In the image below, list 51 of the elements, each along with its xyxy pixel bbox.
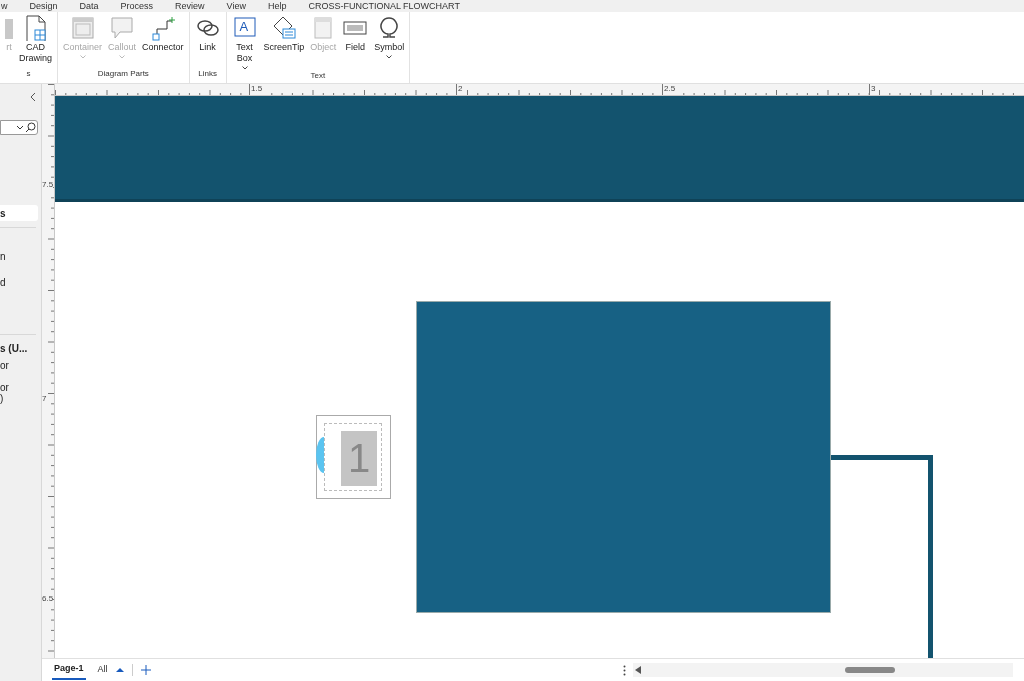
- ribbon-button[interactable]: Symbol: [372, 15, 407, 59]
- search-field[interactable]: [0, 120, 38, 135]
- pane-item[interactable]: n: [0, 251, 6, 262]
- ruler-label: 2: [456, 84, 463, 95]
- group-label: Diagram Parts: [97, 69, 149, 78]
- ruler-label: 7: [42, 394, 47, 403]
- group-label: s: [26, 69, 31, 78]
- page-tab[interactable]: All: [95, 660, 110, 680]
- ruler-label: 6.5: [42, 594, 54, 603]
- ruler-label: 3: [869, 84, 876, 95]
- menu-tab[interactable]: Help: [267, 1, 287, 11]
- caret-icon: [16, 124, 24, 131]
- more-icon: [623, 665, 626, 676]
- menu-tab[interactable]: Review: [175, 1, 205, 11]
- ribbon-button[interactable]: Link: [192, 15, 223, 53]
- pane-item[interactable]: or: [0, 360, 9, 371]
- ruler-label: 1.5: [249, 84, 263, 95]
- page-number: 1: [341, 431, 377, 486]
- pane-item[interactable]: or: [0, 382, 9, 393]
- menu-tab[interactable]: View: [226, 1, 246, 11]
- pane-item[interactable]: ): [0, 393, 4, 404]
- pane-item[interactable]: d: [0, 277, 6, 288]
- pane-item[interactable]: s: [0, 205, 38, 221]
- plus-icon: [140, 665, 151, 675]
- ribbon-button[interactable]: Connector: [140, 15, 186, 53]
- group-label: Text: [310, 71, 326, 80]
- collapse-icon: [30, 92, 36, 102]
- menu-tab[interactable]: CROSS-FUNCTIONAL FLOWCHART: [308, 1, 460, 11]
- text-box-letter: A: [239, 20, 249, 34]
- group-label: Links: [198, 69, 217, 78]
- horizontal-scrollbar[interactable]: [633, 663, 1013, 677]
- ruler-label: 2.5: [662, 84, 676, 95]
- pane-item[interactable]: s (U...: [0, 343, 28, 354]
- menu-tab[interactable]: w: [1, 1, 8, 11]
- add-page-button[interactable]: [140, 665, 151, 675]
- search-icon: [25, 122, 36, 133]
- ruler-label: 7.5: [42, 180, 54, 189]
- page-tab[interactable]: Page-1: [52, 660, 86, 680]
- ribbon-button[interactable]: CAD Drawing: [17, 15, 54, 64]
- menu-tab[interactable]: Data: [79, 1, 99, 11]
- menu-tab[interactable]: Design: [29, 1, 58, 11]
- menu-tab[interactable]: Process: [120, 1, 154, 11]
- ribbon-button[interactable]: Field: [340, 15, 371, 53]
- dropdown-triangle-icon: [115, 667, 124, 673]
- container-icon: [69, 15, 96, 41]
- scroll-left-icon: [635, 666, 641, 674]
- speech-bubble-icon: [109, 15, 136, 41]
- ribbon-button[interactable]: A Text Box: [229, 15, 260, 70]
- scrollbar-thumb[interactable]: [845, 667, 895, 673]
- connector-icon: [149, 15, 176, 41]
- ribbon-button[interactable]: ScreenTip: [261, 15, 307, 53]
